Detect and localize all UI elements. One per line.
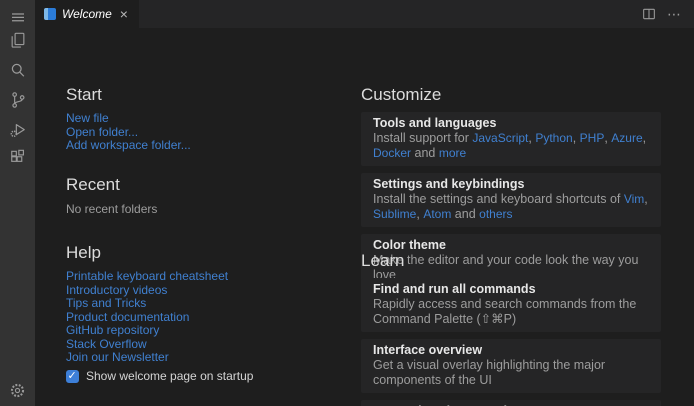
help-link[interactable]: Product documentation bbox=[66, 311, 346, 325]
tab-bar: Welcome × ⋯ bbox=[35, 0, 694, 28]
card-description: Install support for JavaScript, Python, … bbox=[373, 131, 649, 161]
source-control-icon[interactable] bbox=[0, 87, 35, 113]
inline-link[interactable]: Docker bbox=[373, 146, 411, 160]
desc-text: and bbox=[411, 146, 439, 160]
learn-section: Learn Find and run all commandsRapidly a… bbox=[361, 250, 661, 406]
close-icon[interactable]: × bbox=[118, 6, 130, 22]
start-link[interactable]: Open folder... bbox=[66, 126, 346, 140]
desc-text: Get a visual overlay highlighting the ma… bbox=[373, 358, 605, 387]
desc-text: and bbox=[451, 207, 479, 221]
start-links: New fileOpen folder...Add workspace fold… bbox=[66, 112, 346, 153]
inline-link[interactable]: others bbox=[479, 207, 512, 221]
more-actions-icon[interactable]: ⋯ bbox=[667, 7, 682, 21]
editor-actions: ⋯ bbox=[641, 0, 694, 28]
inline-link[interactable]: more bbox=[439, 146, 466, 160]
welcome-page: Start New fileOpen folder...Add workspac… bbox=[35, 28, 694, 406]
learn-cards: Find and run all commandsRapidly access … bbox=[361, 278, 661, 406]
checkbox-icon[interactable] bbox=[66, 370, 79, 383]
vscode-window: Welcome × ⋯ Start New fileOpen folder...… bbox=[0, 0, 694, 406]
settings-gear-icon[interactable] bbox=[0, 377, 35, 403]
card-tools-and-languages[interactable]: Tools and languagesInstall support for J… bbox=[361, 112, 661, 166]
card-title: Tools and languages bbox=[373, 116, 649, 131]
welcome-right-column: Customize Tools and languagesInstall sup… bbox=[361, 28, 661, 406]
tab-welcome[interactable]: Welcome × bbox=[35, 0, 139, 28]
card-settings-and-keybindings[interactable]: Settings and keybindingsInstall the sett… bbox=[361, 173, 661, 227]
checkbox-label: Show welcome page on startup bbox=[86, 369, 253, 383]
start-section: Start New fileOpen folder...Add workspac… bbox=[66, 84, 346, 153]
card-description: Rapidly access and search commands from … bbox=[373, 297, 649, 327]
start-heading: Start bbox=[66, 84, 346, 106]
help-links: Printable keyboard cheatsheetIntroductor… bbox=[66, 270, 346, 365]
desc-text: Install the settings and keyboard shortc… bbox=[373, 192, 624, 206]
card-title: Interface overview bbox=[373, 343, 649, 358]
recent-empty-text: No recent folders bbox=[66, 202, 346, 217]
card-interactive-playground[interactable]: Interactive playgroundTry out essential … bbox=[361, 400, 661, 406]
desc-text: , bbox=[643, 131, 646, 145]
card-title: Find and run all commands bbox=[373, 282, 649, 297]
desc-text: Install support for bbox=[373, 131, 472, 145]
explorer-icon[interactable] bbox=[0, 27, 35, 53]
inline-link[interactable]: PHP bbox=[580, 131, 605, 145]
desc-text: , bbox=[573, 131, 580, 145]
help-heading: Help bbox=[66, 242, 346, 264]
card-title: Settings and keybindings bbox=[373, 177, 649, 192]
help-link[interactable]: Introductory videos bbox=[66, 284, 346, 298]
start-link[interactable]: Add workspace folder... bbox=[66, 139, 346, 153]
inline-link[interactable]: Sublime bbox=[373, 207, 416, 221]
help-link[interactable]: Stack Overflow bbox=[66, 338, 346, 352]
learn-heading: Learn bbox=[361, 250, 661, 272]
inline-link[interactable]: Azure bbox=[611, 131, 642, 145]
show-welcome-checkbox-row[interactable]: Show welcome page on startup bbox=[66, 369, 346, 383]
welcome-file-icon bbox=[44, 8, 56, 20]
recent-section: Recent No recent folders bbox=[66, 174, 346, 217]
inline-link[interactable]: Atom bbox=[423, 207, 451, 221]
card-interface-overview[interactable]: Interface overviewGet a visual overlay h… bbox=[361, 339, 661, 393]
inline-link[interactable]: JavaScript bbox=[472, 131, 528, 145]
customize-heading: Customize bbox=[361, 84, 661, 106]
start-link[interactable]: New file bbox=[66, 112, 346, 126]
split-editor-icon[interactable] bbox=[641, 6, 657, 22]
help-section: Help Printable keyboard cheatsheetIntrod… bbox=[66, 242, 346, 365]
card-description: Install the settings and keyboard shortc… bbox=[373, 192, 649, 222]
inline-link[interactable]: Python bbox=[535, 131, 572, 145]
desc-text: , bbox=[644, 192, 647, 206]
tab-label: Welcome bbox=[62, 7, 112, 21]
welcome-left-column: Start New fileOpen folder...Add workspac… bbox=[66, 28, 346, 406]
run-debug-icon[interactable] bbox=[0, 117, 35, 143]
help-link[interactable]: Tips and Tricks bbox=[66, 297, 346, 311]
help-link[interactable]: Printable keyboard cheatsheet bbox=[66, 270, 346, 284]
recent-heading: Recent bbox=[66, 174, 346, 196]
help-link[interactable]: GitHub repository bbox=[66, 324, 346, 338]
desc-text: Rapidly access and search commands from … bbox=[373, 297, 636, 326]
card-find-and-run-all-commands[interactable]: Find and run all commandsRapidly access … bbox=[361, 278, 661, 332]
inline-link[interactable]: Vim bbox=[624, 192, 644, 206]
search-icon[interactable] bbox=[0, 57, 35, 83]
help-link[interactable]: Join our Newsletter bbox=[66, 351, 346, 365]
card-description: Get a visual overlay highlighting the ma… bbox=[373, 358, 649, 388]
extensions-icon[interactable] bbox=[0, 145, 35, 171]
activity-bar bbox=[0, 0, 35, 406]
startup-section: Show welcome page on startup bbox=[66, 369, 346, 383]
